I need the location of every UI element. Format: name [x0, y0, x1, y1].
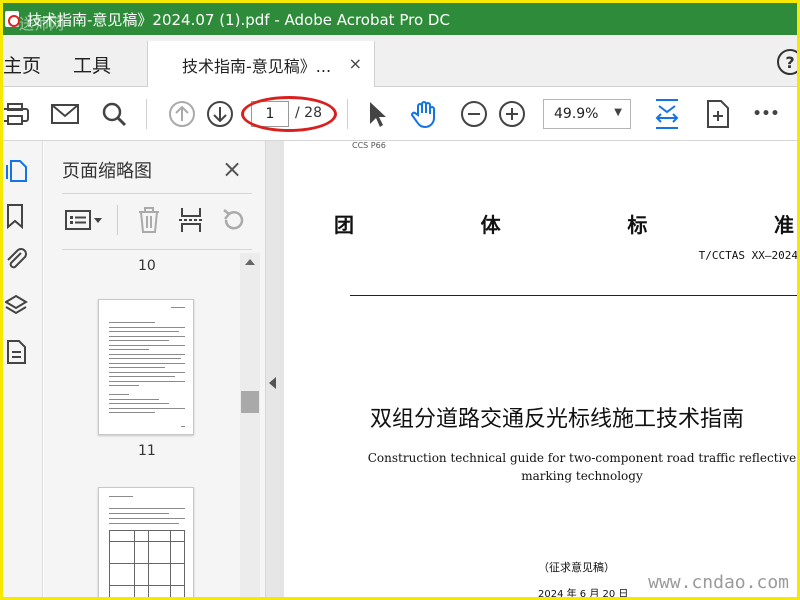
- more-icon[interactable]: •••: [751, 97, 781, 131]
- delete-page-icon[interactable]: [136, 205, 162, 235]
- standard-char: 体: [480, 213, 501, 237]
- toolbar-separator: [117, 205, 118, 235]
- standard-char: 团: [334, 213, 354, 237]
- toolbar-separator: [146, 99, 147, 129]
- page-thumbnail-12[interactable]: [98, 487, 194, 597]
- title-bar: 技术指南-意见稿》2024.07 (1).pdf - Adobe Acrobat…: [3, 3, 797, 35]
- draft-label: （征求意见稿）: [538, 561, 615, 574]
- ccs-code: CCS P66: [352, 141, 386, 150]
- document-date: 2024 年 6 月 20 日: [538, 589, 629, 597]
- thumbnail-page-label: 10: [138, 258, 156, 274]
- zoom-in-icon[interactable]: [497, 97, 527, 131]
- chevron-down-icon: ▼: [614, 107, 622, 118]
- zoom-out-icon[interactable]: [459, 97, 489, 131]
- layers-icon[interactable]: [4, 293, 29, 319]
- scroll-up-icon[interactable]: [245, 259, 255, 265]
- split-page-icon[interactable]: [178, 205, 204, 235]
- bookmarks-icon[interactable]: [5, 203, 29, 230]
- page-thumbnail-11[interactable]: [98, 299, 194, 435]
- thumbnail-list: 10 11: [44, 253, 240, 597]
- main-toolbar: 1 / 28 49.9% ▼ •••: [3, 87, 797, 141]
- tab-document-label: 技术指南-意见稿》...: [182, 56, 332, 76]
- thumbnail-options-icon[interactable]: [64, 205, 104, 235]
- page-thumbnails-icon[interactable]: [5, 157, 29, 183]
- document-icon[interactable]: [5, 339, 29, 365]
- tab-document[interactable]: 技术指南-意见稿》... ×: [147, 41, 375, 88]
- heading-rule: [350, 295, 797, 296]
- print-icon[interactable]: [3, 97, 31, 131]
- rotate-page-icon[interactable]: [220, 205, 248, 235]
- document-view[interactable]: CCS P66 团 体 标 准 T/CCTAS XX—2024 双组分道路交通反…: [280, 141, 797, 597]
- tab-tools[interactable]: 工具: [73, 51, 111, 78]
- divider: [62, 249, 252, 250]
- document-title-cn: 双组分道路交通反光标线施工技术指南: [370, 407, 745, 432]
- tab-close-icon[interactable]: ×: [349, 54, 362, 73]
- hand-tool-icon[interactable]: [409, 97, 441, 131]
- standard-char: 标: [627, 213, 648, 237]
- navigation-rail: [3, 141, 43, 597]
- previous-page-icon[interactable]: [167, 97, 197, 131]
- thumbnail-scrollbar[interactable]: [240, 253, 260, 597]
- help-icon[interactable]: ?: [777, 49, 797, 75]
- pdf-page: CCS P66 团 体 标 准 T/CCTAS XX—2024 双组分道路交通反…: [284, 141, 797, 597]
- panel-title: 页面缩略图: [62, 161, 152, 182]
- toolbar-separator: [347, 99, 348, 129]
- highlight-ellipse: [241, 96, 337, 132]
- collapse-arrow-icon: [269, 377, 276, 389]
- select-cursor-icon[interactable]: [365, 97, 389, 131]
- panel-collapse-handle[interactable]: [266, 141, 280, 597]
- standard-heading: 团 体 标 准: [334, 209, 794, 238]
- scrolling-mode-icon[interactable]: [703, 97, 733, 131]
- page-thumbnails-panel: 页面缩略图 × 10 11: [44, 141, 266, 597]
- scrollbar-thumb[interactable]: [241, 391, 259, 413]
- thumbnail-page-label: 11: [138, 443, 156, 459]
- divider: [62, 193, 252, 194]
- thumbnail-table: [109, 530, 185, 597]
- tab-home[interactable]: 主页: [3, 51, 41, 78]
- document-title-en: Construction technical guide for two-com…: [367, 451, 797, 483]
- acrobat-window: 技术指南-意见稿》2024.07 (1).pdf - Adobe Acrobat…: [3, 3, 797, 597]
- acrobat-app-icon: [5, 11, 20, 27]
- search-icon[interactable]: [99, 97, 129, 131]
- standard-char: 准: [773, 213, 794, 237]
- watermark-bottom-right: www.cndao.com: [648, 572, 789, 593]
- attachments-icon[interactable]: [5, 247, 29, 273]
- next-page-icon[interactable]: [205, 97, 235, 131]
- watermark-top-left: 送师网: [19, 15, 65, 33]
- zoom-level-select[interactable]: 49.9% ▼: [543, 99, 631, 129]
- email-icon[interactable]: [49, 97, 81, 131]
- tab-bar: 主页 工具 技术指南-意见稿》... × ?: [3, 35, 797, 88]
- standard-number: T/CCTAS XX—2024: [698, 249, 797, 262]
- window-title: 技术指南-意见稿》2024.07 (1).pdf - Adobe Acrobat…: [27, 10, 450, 29]
- zoom-level-value: 49.9%: [554, 106, 599, 122]
- panel-close-icon[interactable]: ×: [222, 155, 242, 183]
- fit-page-icon[interactable]: [651, 97, 683, 131]
